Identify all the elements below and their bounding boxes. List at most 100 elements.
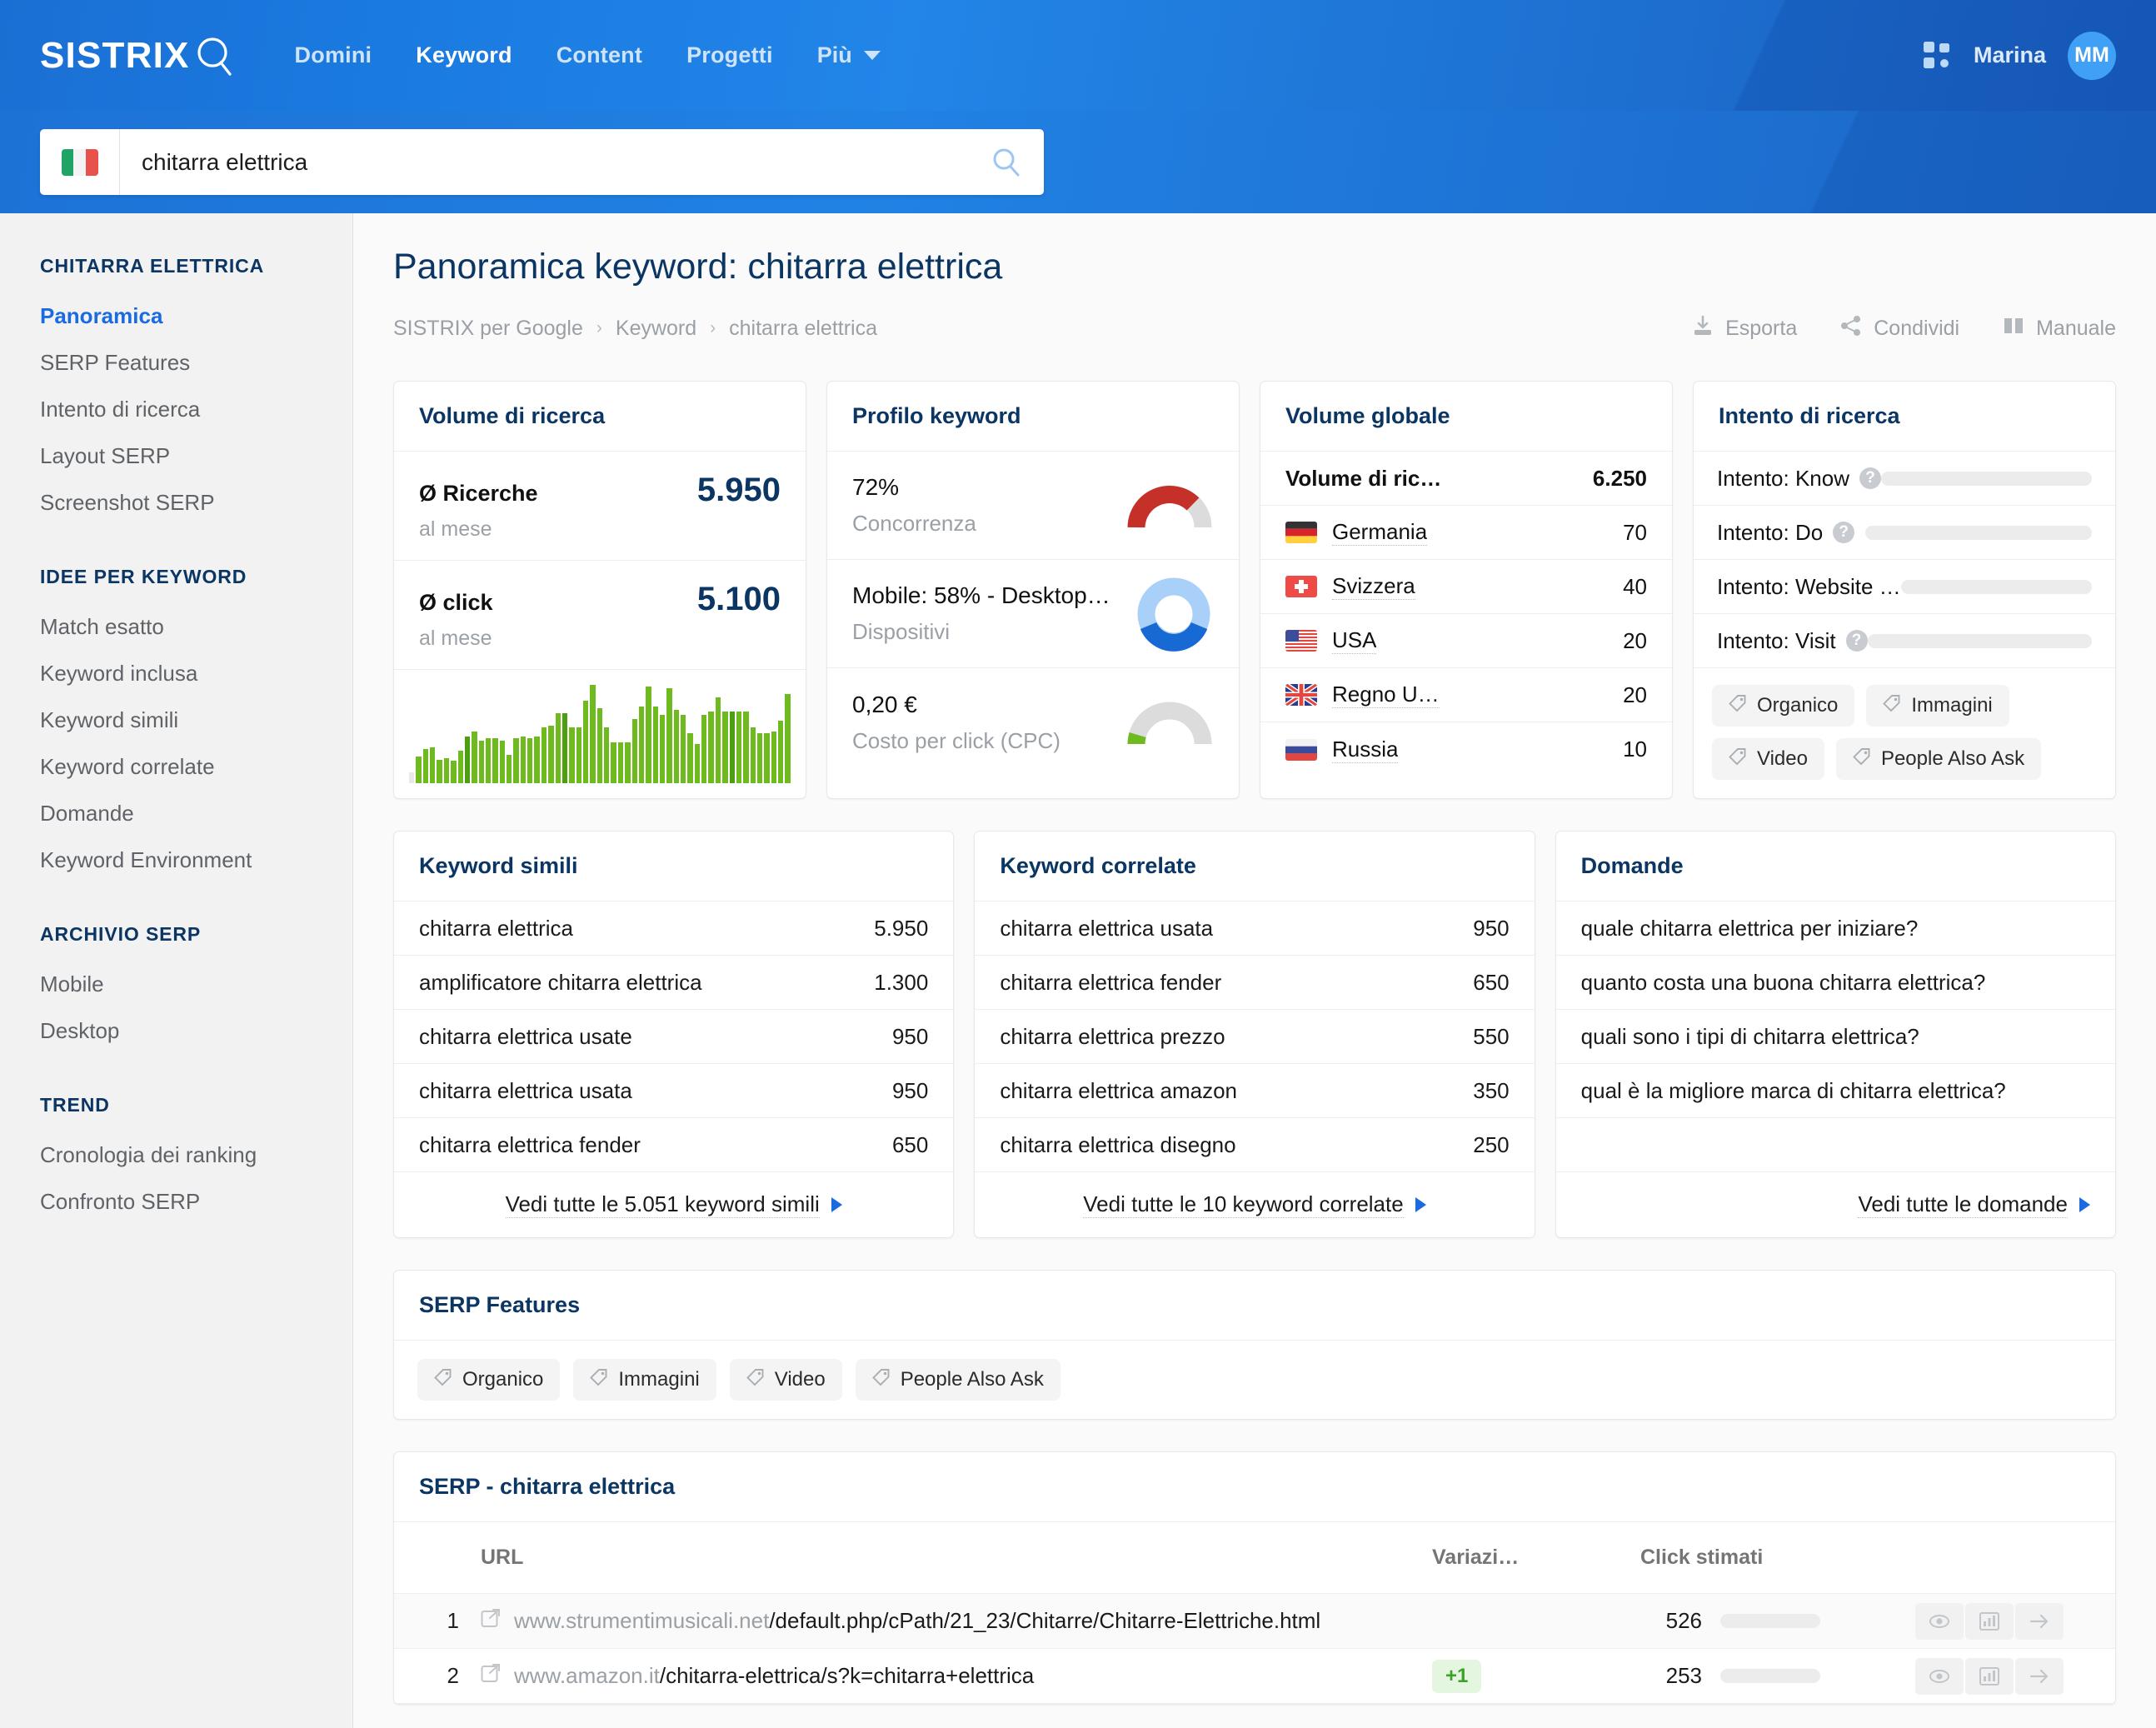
serp-clicks-value: 526 — [1665, 1608, 1702, 1633]
nav-item-piu[interactable]: Più — [817, 42, 881, 68]
nav-item-progetti[interactable]: Progetti — [686, 42, 773, 68]
sparkline-bar — [604, 727, 610, 783]
sidebar-item-cronologia-dei-ranking[interactable]: Cronologia dei ranking — [40, 1131, 352, 1178]
metric-sublabel: al mese — [419, 517, 492, 541]
search-input[interactable] — [120, 148, 969, 176]
sidebar-item-keyword-environment[interactable]: Keyword Environment — [40, 837, 352, 883]
breadcrumb-item-0[interactable]: SISTRIX per Google — [393, 317, 583, 341]
serp-results-table: URL Variazi… Click stimati 1 www.strumen… — [394, 1522, 2115, 1704]
serp-url-cell[interactable]: www.strumentimusicali.net/default.php/cP… — [459, 1593, 1432, 1649]
nav-item-keyword[interactable]: Keyword — [416, 42, 512, 68]
arrow-right-icon[interactable] — [2015, 1602, 2064, 1640]
country-selector[interactable] — [40, 129, 120, 195]
arrow-right-icon[interactable] — [2015, 1657, 2064, 1695]
table-row[interactable]: amplificatore chitarra elettrica 1.300 — [394, 956, 954, 1010]
table-row[interactable]: 2 www.amazon.it/chitarra-elettrica/s?k=c… — [394, 1648, 2115, 1704]
country-row-germania[interactable]: Germania 70 — [1260, 506, 1672, 560]
country-name[interactable]: Russia — [1332, 737, 1399, 763]
export-button[interactable]: Esporta — [1692, 315, 1797, 342]
country-name[interactable]: USA — [1332, 627, 1377, 654]
table-row[interactable]: chitarra elettrica usata 950 — [394, 1064, 954, 1118]
sparkline-bar — [715, 697, 721, 783]
sidebar-item-intento-di-ricerca[interactable]: Intento di ricerca — [40, 386, 352, 432]
metric-sublabel: al mese — [419, 627, 492, 650]
sparkline-bar — [596, 708, 603, 783]
help-icon[interactable]: ? — [1859, 467, 1881, 489]
sparkline-bar — [785, 694, 791, 783]
column-header-clicks[interactable]: Click stimati — [1640, 1522, 1915, 1594]
sistrix-logo[interactable]: SISTRIX — [40, 33, 237, 78]
table-row[interactable]: chitarra elettrica 5.950 — [394, 901, 954, 956]
sparkline-bar — [666, 688, 672, 783]
country-name[interactable]: Svizzera — [1332, 573, 1415, 600]
view-all-questions-link[interactable]: Vedi tutte le domande — [1556, 1172, 2115, 1237]
sidebar-item-match-esatto[interactable]: Match esatto — [40, 603, 352, 650]
table-row[interactable]: quali sono i tipi di chitarra elettrica? — [1555, 1010, 2115, 1064]
manual-button[interactable]: Manuale — [2003, 315, 2116, 342]
country-row-regno-unito[interactable]: Regno U… 20 — [1260, 668, 1672, 722]
serp-feature-tag-immagini[interactable]: Immagini — [573, 1359, 716, 1401]
serp-features-card: SERP Features Organico Immagini Video Pe… — [393, 1270, 2116, 1420]
sparkline-bar — [582, 701, 589, 783]
sidebar-item-keyword-simili[interactable]: Keyword simili — [40, 697, 352, 743]
bar-chart-icon[interactable] — [1965, 1657, 2014, 1695]
search-bar[interactable] — [40, 129, 1044, 195]
serp-feature-tag-organico[interactable]: Organico — [417, 1359, 561, 1401]
user-name-label[interactable]: Marina — [1974, 42, 2046, 68]
country-row-usa[interactable]: USA 20 — [1260, 614, 1672, 668]
germany-flag-icon — [1285, 522, 1317, 543]
tag-immagini[interactable]: Immagini — [1866, 685, 2009, 727]
tag-people-also-ask[interactable]: People Also Ask — [1835, 738, 2042, 780]
help-icon[interactable]: ? — [1845, 630, 1868, 652]
sidebar-item-mobile[interactable]: Mobile — [40, 961, 352, 1007]
table-row[interactable]: qual è la migliore marca di chitarra ele… — [1555, 1064, 2115, 1118]
sidebar-group-title: ARCHIVIO SERP — [40, 923, 202, 945]
view-all-related-keywords-link[interactable]: Vedi tutte le 10 keyword correlate — [975, 1172, 1534, 1237]
country-row-svizzera[interactable]: Svizzera 40 — [1260, 560, 1672, 614]
table-row[interactable]: 1 www.strumentimusicali.net/default.php/… — [394, 1593, 2115, 1649]
sidebar-item-serp-features[interactable]: SERP Features — [40, 339, 352, 386]
tag-video[interactable]: Video — [1712, 738, 1824, 780]
nav-item-content[interactable]: Content — [556, 42, 642, 68]
avatar[interactable]: MM — [2068, 31, 2116, 80]
table-row[interactable]: chitarra elettrica fender 650 — [394, 1118, 954, 1172]
column-header-url[interactable]: URL — [459, 1522, 1432, 1594]
country-name[interactable]: Germania — [1332, 519, 1428, 546]
external-link-icon[interactable] — [481, 1663, 501, 1689]
table-row[interactable]: chitarra elettrica prezzo 550 — [975, 1010, 1535, 1064]
sidebar-item-layout-serp[interactable]: Layout SERP — [40, 432, 352, 479]
sidebar-item-screenshot-serp[interactable]: Screenshot SERP — [40, 479, 352, 526]
search-icon[interactable] — [969, 129, 1044, 195]
country-name[interactable]: Regno U… — [1332, 682, 1440, 708]
bar-chart-icon[interactable] — [1965, 1602, 2014, 1640]
table-row[interactable]: chitarra elettrica usate 950 — [394, 1010, 954, 1064]
sidebar-item-desktop[interactable]: Desktop — [40, 1007, 352, 1054]
sidebar-item-domande[interactable]: Domande — [40, 790, 352, 837]
breadcrumb-item-1[interactable]: Keyword — [616, 317, 696, 341]
sidebar-item-panoramica[interactable]: Panoramica — [40, 292, 352, 339]
apps-grid-icon[interactable] — [1923, 41, 1952, 70]
italy-flag-icon — [61, 148, 98, 176]
view-all-similar-keywords-link[interactable]: Vedi tutte le 5.051 keyword simili — [394, 1172, 953, 1237]
tag-organico[interactable]: Organico — [1712, 685, 1855, 727]
table-row[interactable]: quale chitarra elettrica per iniziare? — [1555, 901, 2115, 956]
sidebar-item-keyword-inclusa[interactable]: Keyword inclusa — [40, 650, 352, 697]
serp-url-cell[interactable]: www.amazon.it/chitarra-elettrica/s?k=chi… — [459, 1648, 1432, 1704]
column-header-variation[interactable]: Variazi… — [1432, 1522, 1640, 1594]
serp-feature-tag-video[interactable]: Video — [729, 1359, 842, 1401]
table-row[interactable]: chitarra elettrica amazon 350 — [975, 1064, 1535, 1118]
table-row[interactable]: chitarra elettrica fender 650 — [975, 956, 1535, 1010]
help-icon[interactable]: ? — [1833, 522, 1855, 543]
eye-icon[interactable] — [1915, 1602, 1964, 1640]
share-button[interactable]: Condividi — [1840, 315, 1959, 342]
eye-icon[interactable] — [1915, 1657, 1964, 1695]
country-row-russia[interactable]: Russia 10 — [1260, 722, 1672, 777]
external-link-icon[interactable] — [481, 1608, 501, 1634]
sidebar-item-keyword-correlate[interactable]: Keyword correlate — [40, 743, 352, 790]
serp-feature-tag-people-also-ask[interactable]: People Also Ask — [855, 1359, 1061, 1401]
table-row[interactable]: chitarra elettrica usata 950 — [975, 901, 1535, 956]
table-row[interactable]: chitarra elettrica disegno 250 — [975, 1118, 1535, 1172]
nav-item-domini[interactable]: Domini — [295, 42, 372, 68]
sidebar-item-confronto-serp[interactable]: Confronto SERP — [40, 1178, 352, 1225]
table-row[interactable]: quanto costa una buona chitarra elettric… — [1555, 956, 2115, 1010]
